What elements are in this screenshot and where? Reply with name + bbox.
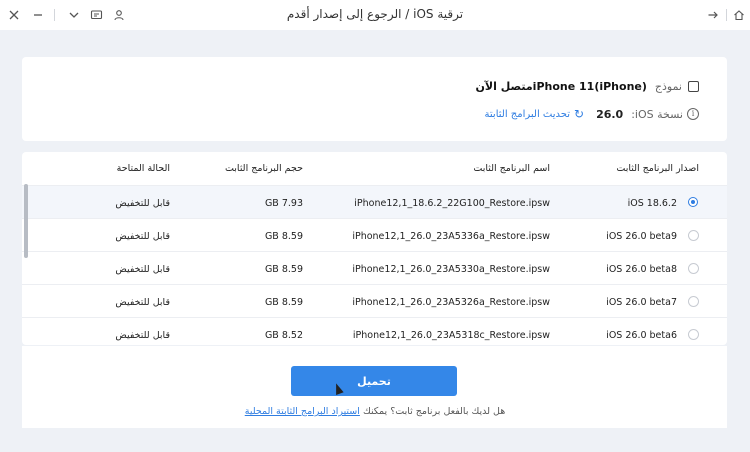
row-version: iOS 26.0 beta7 [606, 297, 677, 308]
row-size: GB 8.52 [264, 330, 303, 341]
row-name: iPhone12,1_26.0_23A5326a_Restore.ipsw [352, 297, 550, 308]
import-local-firmware-link[interactable]: استيراد البرامج الثابتة المحلية [245, 406, 360, 417]
table-scrollbar[interactable] [24, 184, 28, 258]
device-model-name: iPhone 11(iPhone) [532, 80, 647, 93]
row-status: قابل للتخفيض [115, 264, 170, 275]
refresh-firmware-link[interactable]: تحديث البرامج الثابتة [485, 109, 570, 120]
refresh-icon[interactable]: ↻ [574, 107, 584, 121]
radio-button[interactable] [688, 329, 699, 340]
firmware-table: اصدار البرنامج الثابت اسم البرنامج الثاب… [22, 152, 727, 345]
row-version: iOS 26.0 beta9 [606, 231, 677, 242]
table-row[interactable]: iOS 26.0 beta9 iPhone12,1_26.0_23A5336a_… [22, 218, 727, 252]
row-version: iOS 26.0 beta6 [606, 330, 677, 341]
row-version: iOS 26.0 beta8 [606, 264, 677, 275]
header-name: اسم البرنامج الثابت [473, 163, 550, 174]
row-status: قابل للتخفيض [115, 297, 170, 308]
row-status: قابل للتخفيض [115, 330, 170, 341]
row-name: iPhone12,1_18.6.2_22G100_Restore.ipsw [354, 198, 550, 209]
row-name: iPhone12,1_26.0_23A5336a_Restore.ipsw [352, 231, 550, 242]
row-size: GB 8.59 [264, 264, 303, 275]
header-size: حجم البرنامج الثابت [224, 163, 303, 174]
table-row[interactable]: iOS 26.0 beta7 iPhone12,1_26.0_23A5326a_… [22, 284, 727, 318]
device-status: متصل الآن [475, 80, 533, 93]
row-version: iOS 18.6.2 [627, 198, 677, 209]
row-status: قابل للتخفيض [115, 198, 170, 209]
table-row[interactable]: iOS 26.0 beta6 iPhone12,1_26.0_23A5318c_… [22, 317, 727, 345]
device-info-card: نموذج iPhone 11(iPhone) متصل الآن i نسخة… [22, 57, 727, 141]
window-title: ترقية iOS / الرجوع إلى إصدار أقدم [286, 7, 464, 21]
row-size: GB 8.59 [264, 297, 303, 308]
model-label: نموذج [654, 80, 682, 93]
row-size: GB 8.59 [264, 231, 303, 242]
row-name: iPhone12,1_26.0_23A5330a_Restore.ipsw [352, 264, 550, 275]
header-version: اصدار البرنامج الثابت [616, 163, 699, 174]
import-note-text: هل لديك بالفعل برنامج ثابت؟ يمكنك [362, 406, 506, 417]
ios-version-row: i نسخة iOS: 26.0 ↻ تحديث البرامج الثابتة [485, 107, 699, 121]
checkbox-icon[interactable] [688, 81, 699, 92]
import-note: هل لديك بالفعل برنامج ثابت؟ يمكنك استيرا… [0, 406, 750, 417]
radio-selected[interactable] [688, 197, 698, 207]
title-bar: ترقية iOS / الرجوع إلى إصدار أقدم [0, 0, 750, 30]
radio-button[interactable] [688, 263, 699, 274]
row-size: GB 7.93 [264, 198, 303, 209]
radio-button[interactable] [688, 230, 699, 241]
version-label: نسخة iOS: [631, 107, 683, 121]
device-model-row: نموذج iPhone 11(iPhone) متصل الآن [476, 80, 699, 93]
row-status: قابل للتخفيض [115, 231, 170, 242]
table-row[interactable]: iOS 26.0 beta8 iPhone12,1_26.0_23A5330a_… [22, 251, 727, 285]
download-button[interactable]: تحميل [291, 366, 457, 396]
info-icon: i [687, 108, 699, 120]
titlebar-divider [726, 9, 727, 21]
home-icon[interactable] [729, 5, 749, 25]
radio-button[interactable] [688, 296, 699, 307]
table-header: اصدار البرنامج الثابت اسم البرنامج الثاب… [22, 152, 727, 185]
row-name: iPhone12,1_26.0_23A5318c_Restore.ipsw [352, 330, 550, 341]
arrow-right-icon[interactable] [703, 5, 723, 25]
table-row[interactable]: iOS 18.6.2 iPhone12,1_18.6.2_22G100_Rest… [22, 185, 727, 219]
header-status: الحالة المتاحة [116, 163, 170, 174]
version-value: 26.0 [596, 107, 624, 121]
